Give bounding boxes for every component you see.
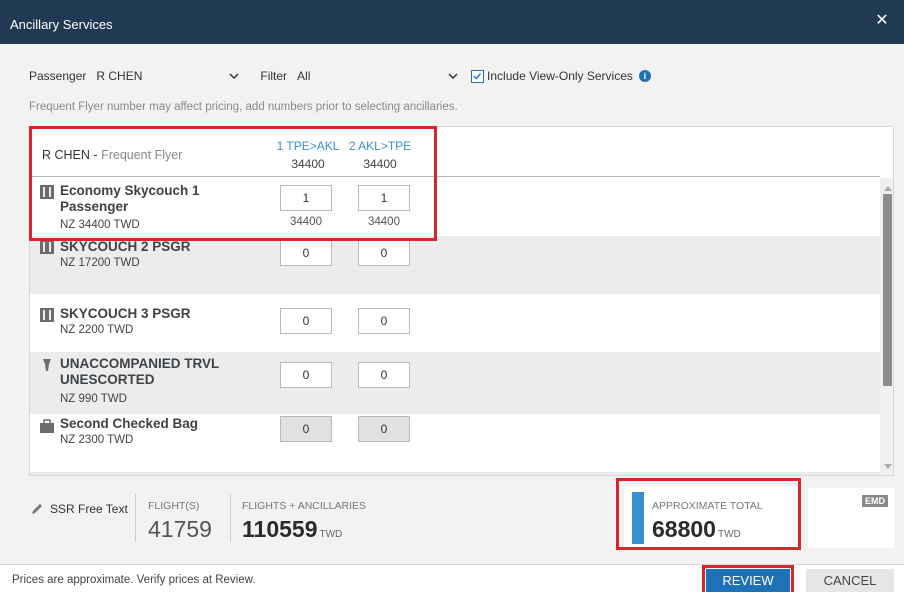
service-price: NZ 990 TWD bbox=[60, 393, 127, 405]
scroll-down-icon[interactable] bbox=[884, 464, 892, 469]
service-name: SKYCOUCH 3 PSGR bbox=[60, 306, 191, 321]
services-scrollbar[interactable] bbox=[880, 178, 893, 475]
filter-bar: Passenger R CHEN Filter All Include View… bbox=[29, 66, 651, 86]
leg-header-1: 1 TPE>AKL 34400 bbox=[273, 139, 343, 171]
scroll-thumb[interactable] bbox=[883, 194, 892, 386]
filter-label: Filter bbox=[260, 69, 288, 83]
approximate-total-box: APPROXIMATE TOTAL 68800 TWD bbox=[624, 486, 800, 550]
ssr-free-text-label: SSR Free Text bbox=[50, 502, 128, 516]
service-name: Economy Skycouch 1 Passenger bbox=[60, 183, 200, 214]
emd-box: EMD bbox=[808, 488, 894, 548]
filter-select[interactable]: All bbox=[293, 66, 461, 86]
chevron-down-icon bbox=[448, 73, 458, 80]
leg-header-2: 2 AKL>TPE 34400 bbox=[345, 139, 415, 171]
service-name: UNACCOMPANIED TRVL UNESCORTED bbox=[60, 356, 220, 387]
combined-currency: TWD bbox=[319, 529, 343, 540]
chevron-down-icon bbox=[229, 73, 239, 80]
total-label: APPROXIMATE TOTAL bbox=[652, 500, 763, 512]
leg-code: 1 TPE>AKL bbox=[276, 139, 340, 153]
quantity-input-leg2[interactable]: 0 bbox=[358, 362, 410, 388]
service-row: Economy Skycouch 1 Passenger NZ 34400 TW… bbox=[30, 178, 880, 236]
frequent-flyer-note: Frequent Flyer number may affect pricing… bbox=[29, 101, 458, 113]
service-row: SKYCOUCH 2 PSGR NZ 17200 TWD 0 0 bbox=[30, 236, 880, 294]
service-price: NZ 2200 TWD bbox=[60, 324, 134, 336]
child-icon bbox=[43, 359, 51, 371]
pencil-icon bbox=[32, 504, 42, 514]
leg-amount: 34400 bbox=[363, 157, 397, 171]
cancel-button[interactable]: CANCEL bbox=[806, 569, 894, 592]
total-amount: 68800 bbox=[652, 516, 716, 542]
service-name: SKYCOUCH 2 PSGR bbox=[60, 239, 191, 254]
passenger-info: R CHEN - Frequent Flyer bbox=[42, 148, 182, 162]
quantity-input-leg1: 0 bbox=[280, 416, 332, 442]
review-button[interactable]: REVIEW bbox=[706, 569, 790, 592]
service-name: Second Checked Bag bbox=[60, 416, 199, 431]
quantity-input-leg2[interactable]: 0 bbox=[358, 308, 410, 334]
quantity-input-leg2: 0 bbox=[358, 416, 410, 442]
include-view-only-checkbox[interactable] bbox=[471, 69, 485, 83]
ssr-free-text-button[interactable]: SSR Free Text bbox=[30, 502, 128, 516]
total-value: 68800 TWD bbox=[652, 516, 741, 543]
total-currency: TWD bbox=[717, 529, 741, 540]
divider bbox=[230, 494, 231, 542]
leg2-subtotal: 34400 bbox=[368, 216, 400, 228]
service-price: NZ 34400 TWD bbox=[60, 219, 140, 231]
service-row: UNACCOMPANIED TRVL UNESCORTED NZ 990 TWD… bbox=[30, 352, 880, 414]
footer-message: Prices are approximate. Verify prices at… bbox=[12, 574, 256, 586]
info-icon[interactable]: i bbox=[638, 70, 651, 82]
combined-amount: 110559 bbox=[242, 516, 318, 542]
passenger-header: R CHEN - Frequent Flyer 1 TPE>AKL 34400 … bbox=[30, 127, 880, 177]
service-price: NZ 17200 TWD bbox=[60, 257, 140, 269]
include-view-only-label[interactable]: Include View-Only Services bbox=[487, 69, 633, 83]
title-bar: Ancillary Services ✕ bbox=[0, 0, 904, 44]
quantity-input-leg2[interactable]: 1 bbox=[358, 185, 410, 211]
seat-icon bbox=[40, 240, 54, 254]
total-accent-bar bbox=[632, 492, 644, 544]
passenger-name: R CHEN bbox=[42, 148, 90, 162]
quantity-input-leg1[interactable]: 0 bbox=[280, 362, 332, 388]
quantity-input-leg2[interactable]: 0 bbox=[358, 240, 410, 266]
flights-label: FLIGHT(S) bbox=[148, 500, 200, 512]
leg-code: 2 AKL>TPE bbox=[348, 139, 412, 153]
close-icon[interactable]: ✕ bbox=[872, 12, 892, 32]
flights-value: 41759 bbox=[148, 516, 212, 542]
bag-icon bbox=[40, 419, 54, 433]
seat-icon bbox=[40, 308, 54, 322]
window-title: Ancillary Services bbox=[10, 17, 113, 32]
leg1-subtotal: 34400 bbox=[290, 216, 322, 228]
filter-select-value: All bbox=[297, 69, 311, 83]
combined-value: 110559 TWD bbox=[242, 516, 342, 543]
checkmark-icon bbox=[473, 72, 482, 80]
summary-bar: SSR Free Text FLIGHT(S) 41759 FLIGHTS + … bbox=[18, 486, 894, 550]
service-price: NZ 2300 TWD bbox=[60, 434, 134, 446]
passenger-select[interactable]: R CHEN bbox=[92, 66, 242, 86]
scroll-up-icon[interactable] bbox=[884, 186, 892, 191]
passenger-label: Passenger bbox=[29, 69, 87, 83]
seat-icon bbox=[40, 185, 54, 199]
services-panel: R CHEN - Frequent Flyer 1 TPE>AKL 34400 … bbox=[29, 126, 894, 476]
passenger-separator: - bbox=[93, 148, 98, 162]
leg-amount: 34400 bbox=[291, 157, 325, 171]
service-row: SKYCOUCH 3 PSGR NZ 2200 TWD 0 0 bbox=[30, 294, 880, 352]
quantity-input-leg1[interactable]: 0 bbox=[280, 240, 332, 266]
combined-label: FLIGHTS + ANCILLARIES bbox=[242, 500, 367, 512]
quantity-input-leg1[interactable]: 1 bbox=[280, 185, 332, 211]
passenger-type: Frequent Flyer bbox=[101, 148, 183, 162]
quantity-input-leg1[interactable]: 0 bbox=[280, 308, 332, 334]
service-row-partial bbox=[30, 472, 880, 475]
ancillary-dialog: Passenger R CHEN Filter All Include View… bbox=[0, 44, 904, 592]
footer: Prices are approximate. Verify prices at… bbox=[0, 564, 904, 592]
service-row: Second Checked Bag NZ 2300 TWD 0 0 bbox=[30, 414, 880, 472]
divider bbox=[135, 494, 136, 542]
passenger-select-value: R CHEN bbox=[96, 69, 143, 83]
emd-badge: EMD bbox=[862, 495, 888, 507]
